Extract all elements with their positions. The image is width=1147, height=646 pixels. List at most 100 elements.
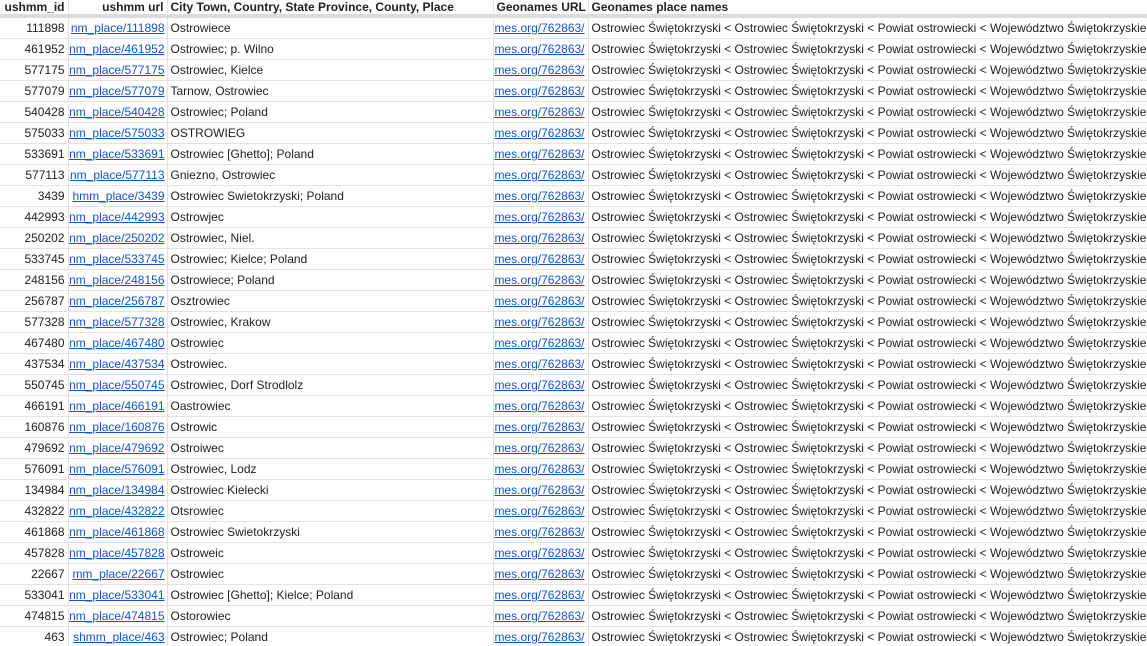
cell-geonames-url[interactable]: mes.org/762863/: [493, 500, 589, 522]
ushmm-url-link[interactable]: nm_place/533691: [69, 147, 164, 161]
geonames-url-link[interactable]: mes.org/762863/: [494, 357, 584, 371]
cell-ushmm-id[interactable]: 577175: [0, 59, 69, 81]
cell-geonames-url[interactable]: mes.org/762863/: [493, 458, 589, 480]
cell-geonames-url[interactable]: mes.org/762863/: [493, 605, 589, 627]
ushmm-url-link[interactable]: nm_place/575033: [69, 126, 164, 140]
ushmm-url-link[interactable]: nm_place/442993: [69, 210, 164, 224]
cell-ushmm-url[interactable]: nm_place/461868: [68, 521, 168, 543]
cell-ushmm-url[interactable]: nm_place/466191: [68, 395, 168, 417]
geonames-url-link[interactable]: mes.org/762863/: [494, 84, 584, 98]
cell-ushmm-id[interactable]: 22667: [0, 563, 69, 585]
geonames-url-link[interactable]: mes.org/762863/: [494, 378, 584, 392]
ushmm-url-link[interactable]: nm_place/437534: [69, 357, 164, 371]
ushmm-url-link[interactable]: nm_place/577079: [69, 84, 164, 98]
cell-geonames-url[interactable]: mes.org/762863/: [493, 101, 589, 123]
geonames-url-link[interactable]: mes.org/762863/: [494, 294, 584, 308]
cell-ushmm-id[interactable]: 248156: [0, 269, 69, 291]
ushmm-url-link[interactable]: nm_place/461868: [69, 525, 164, 539]
geonames-url-link[interactable]: mes.org/762863/: [494, 63, 584, 77]
geonames-url-link[interactable]: mes.org/762863/: [494, 189, 584, 203]
cell-ushmm-id[interactable]: 432822: [0, 500, 69, 522]
ushmm-url-link[interactable]: nm_place/466191: [69, 399, 164, 413]
geonames-url-link[interactable]: mes.org/762863/: [494, 504, 584, 518]
cell-geonames-place-names[interactable]: Ostrowiec Świętokrzyski < Ostrowiec Świę…: [588, 122, 1147, 144]
cell-ushmm-url[interactable]: nm_place/432822: [68, 500, 168, 522]
cell-geonames-url[interactable]: mes.org/762863/: [493, 164, 589, 186]
cell-ushmm-id[interactable]: 160876: [0, 416, 69, 438]
cell-geonames-url[interactable]: mes.org/762863/: [493, 563, 589, 585]
cell-geonames-place-names[interactable]: Ostrowiec Świętokrzyski < Ostrowiec Świę…: [588, 59, 1147, 81]
cell-ushmm-url[interactable]: nm_place/474815: [68, 605, 168, 627]
cell-geonames-url[interactable]: mes.org/762863/: [493, 80, 589, 102]
header-geonames-place-names[interactable]: Geonames place names: [588, 0, 1147, 18]
geonames-url-link[interactable]: mes.org/762863/: [494, 252, 584, 266]
geonames-url-link[interactable]: mes.org/762863/: [494, 483, 584, 497]
cell-ushmm-id[interactable]: 533745: [0, 248, 69, 270]
ushmm-url-link[interactable]: nm_place/250202: [69, 231, 164, 245]
cell-ushmm-url[interactable]: nm_place/577079: [68, 80, 168, 102]
cell-geonames-url[interactable]: mes.org/762863/: [493, 38, 589, 60]
geonames-url-link[interactable]: mes.org/762863/: [494, 168, 584, 182]
cell-ushmm-url[interactable]: nm_place/533691: [68, 143, 168, 165]
ushmm-url-link[interactable]: nm_place/533041: [69, 588, 164, 602]
geonames-url-link[interactable]: mes.org/762863/: [494, 441, 584, 455]
cell-geonames-url[interactable]: mes.org/762863/: [493, 332, 589, 354]
cell-ushmm-url[interactable]: nm_place/577328: [68, 311, 168, 333]
cell-ushmm-id[interactable]: 250202: [0, 227, 69, 249]
cell-geonames-place-names[interactable]: Ostrowiec Świętokrzyski < Ostrowiec Świę…: [588, 416, 1147, 438]
cell-ushmm-id[interactable]: 474815: [0, 605, 69, 627]
cell-ushmm-url[interactable]: nm_place/256787: [68, 290, 168, 312]
cell-geonames-place-names[interactable]: Ostrowiec Świętokrzyski < Ostrowiec Świę…: [588, 269, 1147, 291]
cell-place[interactable]: Ostrowiec [Ghetto]; Poland: [167, 143, 494, 165]
cell-place[interactable]: OSTROWIEG: [167, 122, 494, 144]
cell-geonames-place-names[interactable]: Ostrowiec Świętokrzyski < Ostrowiec Świę…: [588, 437, 1147, 459]
cell-geonames-url[interactable]: mes.org/762863/: [493, 248, 589, 270]
ushmm-url-link[interactable]: nm_place/248156: [69, 273, 164, 287]
cell-place[interactable]: Tarnow, Ostrowiec: [167, 80, 494, 102]
cell-geonames-url[interactable]: mes.org/762863/: [493, 353, 589, 375]
cell-geonames-place-names[interactable]: Ostrowiec Świętokrzyski < Ostrowiec Świę…: [588, 521, 1147, 543]
geonames-url-link[interactable]: mes.org/762863/: [494, 273, 584, 287]
cell-ushmm-url[interactable]: nm_place/479692: [68, 437, 168, 459]
cell-ushmm-id[interactable]: 3439: [0, 185, 69, 207]
cell-ushmm-url[interactable]: nm_place/550745: [68, 374, 168, 396]
cell-ushmm-id[interactable]: 575033: [0, 122, 69, 144]
geonames-url-link[interactable]: mes.org/762863/: [494, 210, 584, 224]
cell-ushmm-id[interactable]: 577079: [0, 80, 69, 102]
cell-place[interactable]: Oastrowiec: [167, 395, 494, 417]
cell-ushmm-url[interactable]: nm_place/533041: [68, 584, 168, 606]
ushmm-url-link[interactable]: nm_place/256787: [69, 294, 164, 308]
ushmm-url-link[interactable]: nm_place/134984: [69, 483, 164, 497]
cell-place[interactable]: Ostrowiec Kielecki: [167, 479, 494, 501]
cell-geonames-url[interactable]: mes.org/762863/: [493, 395, 589, 417]
cell-ushmm-id[interactable]: 533691: [0, 143, 69, 165]
cell-place[interactable]: Ostrowjec: [167, 206, 494, 228]
cell-geonames-place-names[interactable]: Ostrowiec Świętokrzyski < Ostrowiec Świę…: [588, 374, 1147, 396]
geonames-url-link[interactable]: mes.org/762863/: [494, 399, 584, 413]
cell-place[interactable]: Ostroweic: [167, 542, 494, 564]
cell-ushmm-url[interactable]: nm_place/577113: [68, 164, 168, 186]
ushmm-url-link[interactable]: nm_place/576091: [69, 462, 164, 476]
cell-geonames-place-names[interactable]: Ostrowiec Świętokrzyski < Ostrowiec Świę…: [588, 605, 1147, 627]
geonames-url-link[interactable]: mes.org/762863/: [494, 420, 584, 434]
geonames-url-link[interactable]: mes.org/762863/: [494, 315, 584, 329]
cell-place[interactable]: Ostrowiec Swietokrzyski: [167, 521, 494, 543]
ushmm-url-link[interactable]: nm_place/577175: [69, 63, 164, 77]
geonames-url-link[interactable]: mes.org/762863/: [494, 105, 584, 119]
geonames-url-link[interactable]: mes.org/762863/: [494, 42, 584, 56]
header-place[interactable]: City Town, Country, State Province, Coun…: [167, 0, 494, 18]
cell-geonames-place-names[interactable]: Ostrowiec Świętokrzyski < Ostrowiec Świę…: [588, 206, 1147, 228]
cell-geonames-place-names[interactable]: Ostrowiec Świętokrzyski < Ostrowiec Świę…: [588, 185, 1147, 207]
geonames-url-link[interactable]: mes.org/762863/: [494, 567, 584, 581]
cell-geonames-place-names[interactable]: Ostrowiec Świętokrzyski < Ostrowiec Świę…: [588, 353, 1147, 375]
header-geonames-url[interactable]: Geonames URL: [493, 0, 589, 18]
cell-place[interactable]: Ostrowiec: [167, 332, 494, 354]
geonames-url-link[interactable]: mes.org/762863/: [494, 525, 584, 539]
cell-geonames-url[interactable]: mes.org/762863/: [493, 374, 589, 396]
cell-geonames-place-names[interactable]: Ostrowiec Świętokrzyski < Ostrowiec Świę…: [588, 458, 1147, 480]
ushmm-url-link[interactable]: nm_place/577113: [70, 168, 165, 182]
ushmm-url-link[interactable]: mm_place/22667: [72, 567, 164, 581]
cell-geonames-url[interactable]: mes.org/762863/: [493, 479, 589, 501]
ushmm-url-link[interactable]: nm_place/474815: [69, 609, 164, 623]
cell-place[interactable]: Ostrowiec Swietokrzyski; Poland: [167, 185, 494, 207]
